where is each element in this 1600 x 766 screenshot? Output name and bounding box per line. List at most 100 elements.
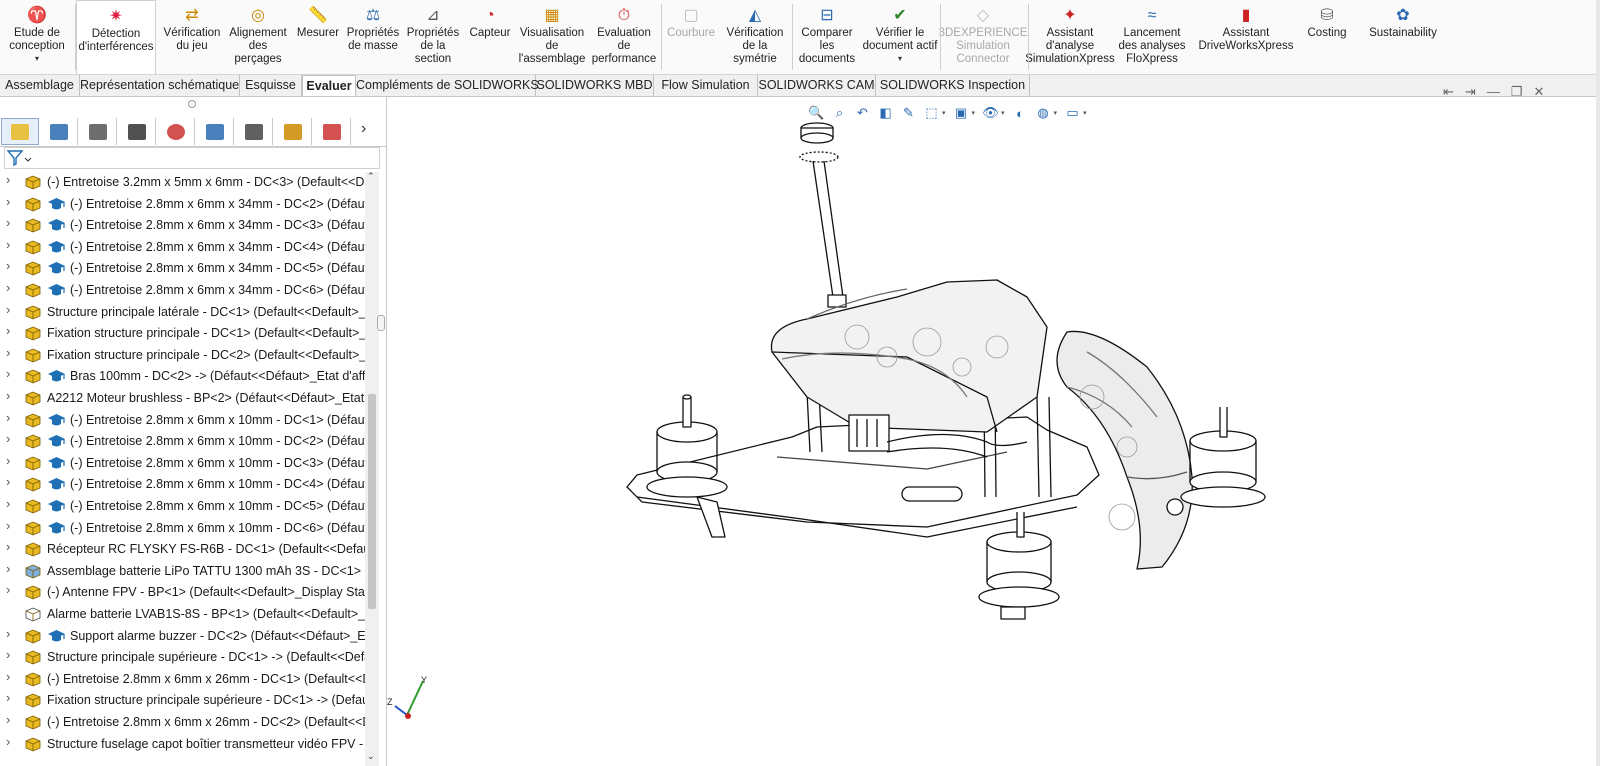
section-properties-button[interactable]: ⊿ Propriétés de la section [404,0,462,74]
tree-item[interactable]: › Structure principale supérieure - DC<1>… [0,647,372,668]
panel-collapse-handle[interactable] [377,315,385,331]
expand-arrow-icon[interactable]: › [6,215,10,230]
tab-repr-sentation-sch-matique[interactable]: Représentation schématique [80,75,240,96]
expand-arrow-icon[interactable]: › [6,647,10,662]
tree-item[interactable]: Alarme batterie LVAB1S-8S - BP<1> (Defau… [0,604,372,625]
tree-item[interactable]: › (-) Entretoise 2.8mm x 6mm x 26mm - DC<… [0,669,372,690]
expand-arrow-icon[interactable]: › [6,280,10,295]
design-study-button[interactable]: ♈ Etude de conception ▾ [0,0,74,74]
tree-filter-bar[interactable] [4,147,380,169]
floxpress-button[interactable]: ≈ Lancement des analyses FloXpress [1112,0,1192,74]
tree-item[interactable]: › Fixation structure principale - DC<2> (… [0,345,372,366]
tab-assemblage[interactable]: Assemblage [0,75,80,96]
tab-evaluer[interactable]: Evaluer [302,75,356,96]
tree-item[interactable]: › (-) Entretoise 2.8mm x 6mm x 26mm - DC<… [0,712,372,733]
expand-arrow-icon[interactable]: › [6,669,10,684]
dropdown-arrow-icon[interactable]: ▾ [898,55,902,63]
clearance-verification-button[interactable]: ⇄ Vérification du jeu [158,0,226,74]
filter-icon[interactable] [5,148,35,168]
drone-assembly-model[interactable] [617,107,1397,667]
tree-item[interactable]: › Bras 100mm - DC<2> -> (Défaut<<Défaut>_… [0,366,372,387]
expand-arrow-icon[interactable]: › [6,410,10,425]
tree-item[interactable]: › (-) Entretoise 2.8mm x 6mm x 34mm - DC<… [0,215,372,236]
panel-tab-featuremanager[interactable] [1,118,39,145]
tab-solidworks-cam[interactable]: SOLIDWORKS CAM [758,75,876,96]
compare-documents-button[interactable]: ⊟ Comparer les documents [796,0,858,74]
panel-tabs-more-icon[interactable]: › [361,120,366,138]
tree-item[interactable]: › (-) Entretoise 2.8mm x 6mm x 34mm - DC<… [0,258,372,279]
tree-item[interactable]: › (-) Entretoise 2.8mm x 6mm x 10mm - DC<… [0,518,372,539]
panel-tab-cam-operation-tree[interactable] [235,118,273,145]
symmetry-check-button[interactable]: ◭ Vérification de la symétrie [722,0,788,74]
dropdown-arrow-icon[interactable]: ▾ [35,55,39,63]
tree-item[interactable]: › Récepteur RC FLYSKY FS-R6B - DC<1> (Def… [0,539,372,560]
expand-arrow-icon[interactable]: › [6,453,10,468]
tab-flow-simulation[interactable]: Flow Simulation [654,75,758,96]
expand-arrow-icon[interactable]: › [6,561,10,576]
expand-arrow-icon[interactable]: › [6,366,10,381]
minimize-icon[interactable]: — [1487,84,1500,100]
expand-arrow-icon[interactable]: › [6,626,10,641]
scroll-up-arrow[interactable]: ⌃ [367,171,375,182]
expand-arrow-icon[interactable]: › [6,539,10,554]
expand-arrow-icon[interactable]: › [6,431,10,446]
tile-left-icon[interactable]: ⇤ [1443,84,1454,100]
panel-tab-propertymanager[interactable] [40,118,78,145]
scroll-thumb[interactable] [368,394,376,609]
expand-arrow-icon[interactable]: › [6,582,10,597]
tree-item[interactable]: › Fixation structure principale - DC<1> (… [0,323,372,344]
tree-item[interactable]: › (-) Entretoise 2.8mm x 6mm x 34mm - DC<… [0,194,372,215]
expand-arrow-icon[interactable]: › [6,302,10,317]
tree-item[interactable]: › (-) Entretoise 2.8mm x 6mm x 10mm - DC<… [0,410,372,431]
expand-arrow-icon[interactable]: › [6,518,10,533]
sustainability-button[interactable]: ✿ Sustainability [1358,0,1448,74]
graphics-area[interactable]: ⇤ ⇥ — ❐ ✕ 🔍 ⌕ ↶ ◧ ✎ ⬚ ▾ ▣ ▾ 👁 ▾ ◐ ◍ ▾ ▭ ▾ [387,84,1600,766]
tree-item[interactable]: › (-) Entretoise 2.8mm x 6mm x 10mm - DC<… [0,453,372,474]
tree-item[interactable]: › Fixation structure principale supérieur… [0,690,372,711]
expand-arrow-icon[interactable]: › [6,474,10,489]
tab-esquisse[interactable]: Esquisse [240,75,302,96]
expand-arrow-icon[interactable]: › [6,388,10,403]
scroll-down-arrow[interactable]: ⌄ [367,751,375,762]
tile-right-icon[interactable]: ⇥ [1465,84,1476,100]
expand-arrow-icon[interactable]: › [6,258,10,273]
panel-tab-configurationmanager[interactable] [79,118,117,145]
close-icon[interactable]: ✕ [1533,84,1544,100]
expand-arrow-icon[interactable]: › [6,712,10,727]
tree-item[interactable]: › (-) Entretoise 2.8mm x 6mm x 34mm - DC<… [0,237,372,258]
right-taskpane-edge[interactable] [1596,0,1600,766]
expand-arrow-icon[interactable]: › [6,237,10,252]
hole-alignment-button[interactable]: ◎ Alignement des perçages [226,0,290,74]
tree-item[interactable]: › (-) Entretoise 2.8mm x 6mm x 10mm - DC<… [0,474,372,495]
tab-solidworks-inspection[interactable]: SOLIDWORKS Inspection [876,75,1030,96]
tree-item[interactable]: › (-) Entretoise 2.8mm x 6mm x 10mm - DC<… [0,496,372,517]
expand-arrow-icon[interactable]: › [6,172,10,187]
tree-item[interactable]: › Structure principale latérale - DC<1> (… [0,302,372,323]
panel-grip-handle[interactable] [188,100,196,108]
panel-tab-displaymanager[interactable] [157,118,195,145]
tree-item[interactable]: › Assemblage batterie LiPo TATTU 1300 mAh… [0,561,372,582]
mass-properties-button[interactable]: ⚖ Propriétés de masse [344,0,402,74]
interference-detection-button[interactable]: ✷ Détection d'interférences [76,0,156,74]
panel-tab-simulation-tree[interactable] [313,118,351,145]
tree-item[interactable]: › Support alarme buzzer - DC<2> (Défaut<<… [0,626,372,647]
costing-button[interactable]: ⛁ Costing [1298,0,1356,74]
tree-item[interactable]: › (-) Entretoise 3.2mm x 5mm x 6mm - DC<3… [0,172,372,193]
panel-tab-dimxpertmanager[interactable] [118,118,156,145]
panel-tab-cam-tool-tree[interactable] [274,118,312,145]
panel-tab-cam-feature-tree[interactable] [196,118,234,145]
performance-evaluation-button[interactable]: ⏱ Evaluation de performance [588,0,660,74]
expand-arrow-icon[interactable]: › [6,734,10,749]
measure-button[interactable]: 📏 Mesurer [292,0,344,74]
restore-icon[interactable]: ❐ [1511,84,1523,100]
expand-arrow-icon[interactable]: › [6,323,10,338]
expand-arrow-icon[interactable]: › [6,194,10,209]
tree-item[interactable]: › (-) Entretoise 2.8mm x 6mm x 10mm - DC<… [0,431,372,452]
expand-arrow-icon[interactable]: › [6,690,10,705]
tree-item[interactable]: › Structure fuselage capot boîtier transm… [0,734,372,755]
tree-item[interactable]: › A2212 Moteur brushless - BP<2> (Défaut<… [0,388,372,409]
tab-compl-ments-de-solidworks[interactable]: Compléments de SOLIDWORKS [356,75,539,96]
simulationxpress-button[interactable]: ✦ Assistant d'analyse SimulationXpress [1025,0,1114,74]
expand-arrow-icon[interactable]: › [6,496,10,511]
tree-item[interactable]: › (-) Entretoise 2.8mm x 6mm x 34mm - DC<… [0,280,372,301]
